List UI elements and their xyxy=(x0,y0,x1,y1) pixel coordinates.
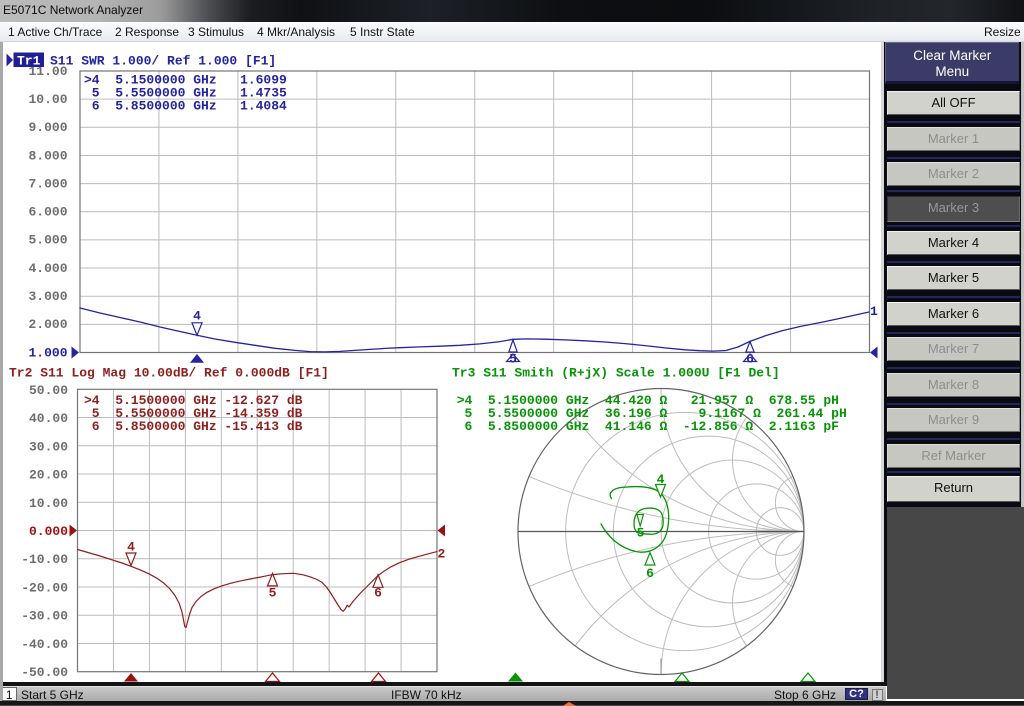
svg-text:-50.00: -50.00 xyxy=(21,665,68,680)
svg-text:40.00: 40.00 xyxy=(29,411,68,426)
svg-text:30.00: 30.00 xyxy=(29,439,68,454)
svg-text:2: 2 xyxy=(438,547,446,562)
svg-text:6 5.8500000 GHz -15.413 dB: 6 5.8500000 GHz -15.413 dB xyxy=(84,419,303,434)
svg-text:-10.00: -10.00 xyxy=(21,552,68,567)
svg-text:-20.00: -20.00 xyxy=(21,580,68,595)
svg-text:9.000: 9.000 xyxy=(28,120,67,135)
svg-text:2.000: 2.000 xyxy=(28,317,67,332)
svg-text:0.000: 0.000 xyxy=(29,524,68,539)
svg-text:6: 6 xyxy=(374,586,382,601)
svg-text:3.000: 3.000 xyxy=(28,289,67,304)
svg-text:6 5.8500000 GHz 1.4084: 6 5.8500000 GHz 1.4084 xyxy=(84,99,287,114)
svg-text:1.000: 1.000 xyxy=(28,345,67,360)
svg-text:1: 1 xyxy=(870,304,878,319)
svg-text:4: 4 xyxy=(127,540,135,555)
svg-text:10.00: 10.00 xyxy=(28,92,67,107)
svg-text:-30.00: -30.00 xyxy=(21,609,68,624)
svg-text:50.00: 50.00 xyxy=(29,383,68,398)
svg-text:5: 5 xyxy=(269,586,277,601)
svg-text:Tr2 S11 Log Mag 10.00dB/ Ref 0: Tr2 S11 Log Mag 10.00dB/ Ref 0.000dB [F1… xyxy=(9,365,329,380)
svg-text:-40.00: -40.00 xyxy=(21,637,68,652)
svg-text:5.000: 5.000 xyxy=(28,233,67,248)
svg-text:4: 4 xyxy=(657,472,665,487)
svg-text:Tr1: Tr1 xyxy=(17,53,41,68)
svg-text:6.000: 6.000 xyxy=(28,205,67,220)
svg-text:5: 5 xyxy=(509,352,517,367)
svg-text:8.000: 8.000 xyxy=(28,148,67,163)
svg-text:6: 6 xyxy=(646,566,654,581)
svg-text:S11 SWR 1.000/ Ref 1.000 [F1]: S11 SWR 1.000/ Ref 1.000 [F1] xyxy=(50,53,276,68)
svg-text:20.00: 20.00 xyxy=(29,468,68,483)
svg-text:6: 6 xyxy=(746,352,754,367)
svg-text:10.00: 10.00 xyxy=(29,496,68,511)
svg-text:4.000: 4.000 xyxy=(28,261,67,276)
svg-text:Tr3 S11 Smith (R+jX) Scale 1.0: Tr3 S11 Smith (R+jX) Scale 1.000U [F1 De… xyxy=(452,365,780,380)
svg-text:7.000: 7.000 xyxy=(28,176,67,191)
svg-text:4: 4 xyxy=(193,309,201,324)
svg-text:6 5.8500000 GHz 41.146 Ω -1: 6 5.8500000 GHz 41.146 Ω -12.856 Ω 2.116… xyxy=(457,419,839,434)
svg-text:5: 5 xyxy=(637,526,645,541)
